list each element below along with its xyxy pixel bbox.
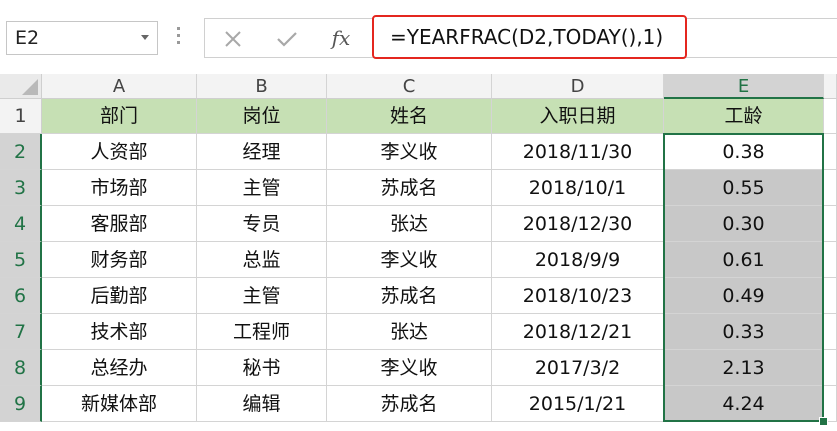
formula-text: =YEARFRAC(D2,TODAY(),1) — [390, 25, 664, 49]
row-header-8[interactable]: 8 — [0, 350, 42, 386]
table-cell[interactable]: 张达 — [327, 314, 492, 350]
select-all-icon — [22, 79, 38, 95]
table-cell[interactable]: 秘书 — [197, 350, 327, 386]
cancel-button[interactable] — [206, 21, 260, 55]
table-cell[interactable]: 2018/12/21 — [492, 314, 664, 350]
table-cell[interactable]: 专员 — [197, 206, 327, 242]
row-header-1[interactable]: 1 — [0, 99, 42, 134]
table-cell[interactable]: 0.61 — [664, 242, 824, 278]
table-cell[interactable]: 2.13 — [664, 350, 824, 386]
table-cell[interactable]: 苏成名 — [327, 386, 492, 422]
row-header-7[interactable]: 7 — [0, 314, 42, 350]
column-header-a[interactable]: A — [42, 74, 197, 99]
header-cell[interactable]: 部门 — [42, 99, 197, 134]
table-cell[interactable]: 苏成名 — [327, 278, 492, 314]
column-header-c[interactable]: C — [327, 74, 492, 99]
empty-cell[interactable] — [824, 170, 837, 206]
table-cell[interactable]: 2018/10/23 — [492, 278, 664, 314]
column-header-e[interactable]: E — [664, 74, 824, 99]
formula-bar-area: E2 fx =YEARFRAC(D2,TODAY(),1) — [0, 0, 837, 74]
table-cell[interactable]: 经理 — [197, 134, 327, 170]
table-cell[interactable]: 李义收 — [327, 242, 492, 278]
table-cell[interactable]: 张达 — [327, 206, 492, 242]
empty-cell[interactable] — [824, 99, 837, 134]
table-cell[interactable]: 苏成名 — [327, 170, 492, 206]
table-cell[interactable]: 2015/1/21 — [492, 386, 664, 422]
row-header-2[interactable]: 2 — [0, 134, 42, 170]
enter-button[interactable] — [260, 21, 314, 55]
column-header-d[interactable]: D — [492, 74, 664, 99]
chevron-down-icon[interactable] — [141, 35, 149, 40]
table-cell[interactable]: 总监 — [197, 242, 327, 278]
table-cell[interactable]: 财务部 — [42, 242, 197, 278]
row-header-9[interactable]: 9 — [0, 386, 42, 422]
table-cell[interactable]: 市场部 — [42, 170, 197, 206]
row-header-5[interactable]: 5 — [0, 242, 42, 278]
fill-handle[interactable] — [819, 417, 828, 426]
table-cell[interactable]: 0.49 — [664, 278, 824, 314]
table-cell[interactable]: 编辑 — [197, 386, 327, 422]
table-cell[interactable]: 李义收 — [327, 350, 492, 386]
table-cell[interactable]: 客服部 — [42, 206, 197, 242]
select-all-button[interactable] — [0, 74, 42, 99]
empty-cell[interactable] — [824, 206, 837, 242]
table-cell[interactable]: 总经办 — [42, 350, 197, 386]
function-label: fx — [331, 26, 351, 50]
empty-cell[interactable] — [824, 350, 837, 386]
empty-cell[interactable] — [824, 314, 837, 350]
row-header-4[interactable]: 4 — [0, 206, 42, 242]
table-cell[interactable]: 后勤部 — [42, 278, 197, 314]
empty-cell[interactable] — [824, 242, 837, 278]
table-cell[interactable]: 2017/3/2 — [492, 350, 664, 386]
empty-cell[interactable] — [824, 134, 837, 170]
column-header-b[interactable]: B — [197, 74, 327, 99]
table-cell[interactable]: 新媒体部 — [42, 386, 197, 422]
table-cell[interactable]: 主管 — [197, 170, 327, 206]
row-header-6[interactable]: 6 — [0, 278, 42, 314]
table-cell[interactable]: 李义收 — [327, 134, 492, 170]
table-cell[interactable]: 0.30 — [664, 206, 824, 242]
table-cell[interactable]: 2018/10/1 — [492, 170, 664, 206]
table-cell[interactable]: 2018/12/30 — [492, 206, 664, 242]
table-cell[interactable]: 主管 — [197, 278, 327, 314]
empty-cell[interactable] — [824, 278, 837, 314]
table-cell[interactable]: 0.38 — [664, 134, 824, 170]
header-cell[interactable]: 入职日期 — [492, 99, 664, 134]
column-header-filler — [824, 74, 837, 99]
table-cell[interactable]: 2018/11/30 — [492, 134, 664, 170]
formula-input[interactable]: =YEARFRAC(D2,TODAY(),1) — [372, 15, 687, 59]
table-cell[interactable]: 技术部 — [42, 314, 197, 350]
close-icon — [225, 30, 241, 47]
insert-function-button[interactable]: fx — [314, 21, 368, 55]
table-cell[interactable]: 0.55 — [664, 170, 824, 206]
grip-icon[interactable] — [176, 27, 182, 49]
header-cell[interactable]: 姓名 — [327, 99, 492, 134]
name-box[interactable]: E2 — [6, 21, 158, 55]
table-cell[interactable]: 2018/9/9 — [492, 242, 664, 278]
name-box-value: E2 — [15, 27, 40, 49]
check-icon — [277, 31, 297, 47]
table-cell[interactable]: 0.33 — [664, 314, 824, 350]
header-cell[interactable]: 工龄 — [664, 99, 824, 134]
row-header-3[interactable]: 3 — [0, 170, 42, 206]
table-cell[interactable]: 人资部 — [42, 134, 197, 170]
header-cell[interactable]: 岗位 — [197, 99, 327, 134]
table-cell[interactable]: 4.24 — [664, 386, 824, 422]
table-cell[interactable]: 工程师 — [197, 314, 327, 350]
